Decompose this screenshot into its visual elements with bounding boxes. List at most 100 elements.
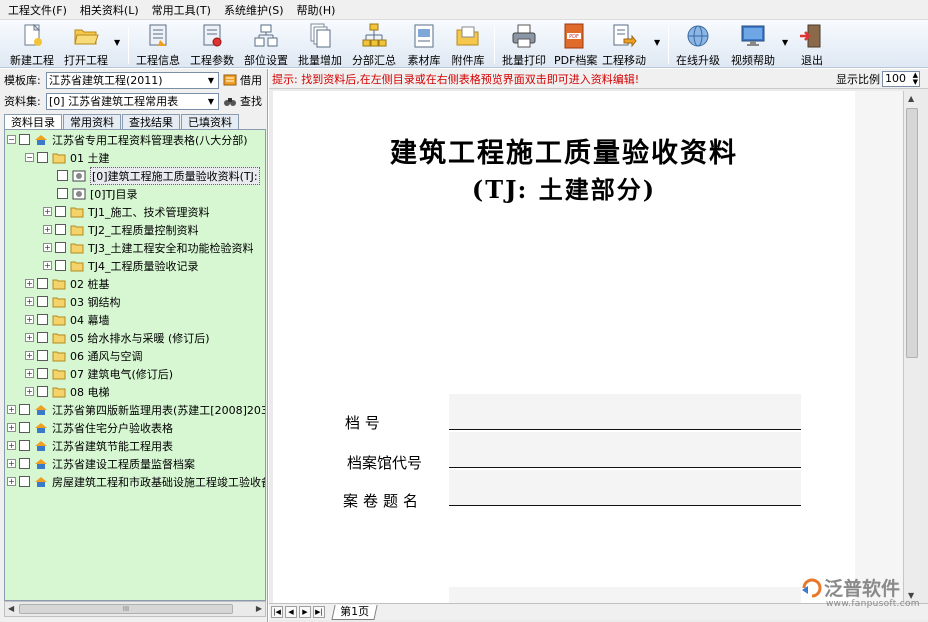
tree-node[interactable]: + 江苏省建设工程质量监督档案: [7, 455, 195, 472]
batch-add-button[interactable]: 批量增加: [296, 22, 344, 67]
project-info-button[interactable]: 工程信息: [134, 22, 182, 67]
tree-node[interactable]: [0]TJ目录: [57, 185, 138, 202]
tab-catalog[interactable]: 资料目录: [4, 114, 62, 130]
template-select[interactable]: 江苏省建筑工程(2011) ▼: [46, 71, 219, 89]
prev-sheet-icon[interactable]: ◀: [285, 606, 297, 618]
tree-checkbox[interactable]: [19, 476, 30, 487]
tree-checkbox[interactable]: [37, 278, 48, 289]
tree-node[interactable]: + 房屋建筑工程和市政基础设施工程竣工验收备: [7, 473, 265, 490]
expand-icon[interactable]: +: [25, 387, 34, 396]
tree-node[interactable]: + 04 幕墙: [25, 311, 110, 328]
menu-help[interactable]: 帮助(H): [297, 2, 336, 18]
tree-node[interactable]: + 06 通风与空调: [25, 347, 143, 364]
open-project-button[interactable]: 打开工程: [62, 22, 110, 67]
last-sheet-icon[interactable]: ▶|: [313, 606, 325, 618]
expand-icon[interactable]: +: [25, 351, 34, 360]
tree-checkbox[interactable]: [55, 242, 66, 253]
tree-node[interactable]: + 江苏省建筑节能工程用表: [7, 437, 173, 454]
sub-summary-button[interactable]: 分部汇总: [350, 22, 398, 67]
tree-node[interactable]: + 02 桩基: [25, 275, 110, 292]
expand-icon[interactable]: +: [43, 207, 52, 216]
expand-icon[interactable]: +: [43, 225, 52, 234]
expand-icon[interactable]: +: [7, 405, 16, 414]
scroll-right-icon[interactable]: ▶: [256, 604, 262, 613]
video-help-dropdown-icon[interactable]: ▼: [782, 38, 788, 47]
volume-title-field[interactable]: [449, 470, 801, 506]
tab-search-results[interactable]: 查找结果: [122, 114, 180, 130]
expand-icon[interactable]: +: [25, 279, 34, 288]
tree-node[interactable]: + 08 电梯: [25, 383, 110, 400]
new-project-button[interactable]: 新建工程: [8, 22, 56, 67]
menu-related-docs[interactable]: 相关资料(L): [80, 2, 139, 18]
tree-node[interactable]: [0]建筑工程施工质量验收资料(TJ:: [57, 166, 260, 185]
tree-checkbox[interactable]: [19, 422, 30, 433]
pdf-archive-button[interactable]: PDF PDF档案: [554, 22, 597, 67]
expand-icon[interactable]: +: [7, 459, 16, 468]
tree-checkbox[interactable]: [37, 350, 48, 361]
batch-print-button[interactable]: 批量打印: [500, 22, 548, 67]
dataset-select[interactable]: [0] 江苏省建筑工程常用表 ▼: [46, 92, 219, 110]
zoom-input[interactable]: 100 ▲ ▼: [882, 70, 920, 87]
menu-tools[interactable]: 常用工具(T): [152, 2, 211, 18]
collapse-icon[interactable]: −: [25, 153, 34, 162]
scroll-thumb[interactable]: III: [19, 604, 233, 614]
tree-checkbox[interactable]: [55, 206, 66, 217]
tree-node[interactable]: + 07 建筑电气(修订后): [25, 365, 173, 382]
expand-icon[interactable]: +: [25, 315, 34, 324]
archive-no-field[interactable]: [449, 394, 801, 430]
expand-icon[interactable]: +: [7, 477, 16, 486]
expand-icon[interactable]: +: [43, 243, 52, 252]
tree-node[interactable]: + 江苏省住宅分户验收表格: [7, 419, 173, 436]
material-library-button[interactable]: 素材库: [404, 22, 444, 67]
project-move-button[interactable]: 工程移动: [600, 22, 648, 67]
tree-checkbox[interactable]: [37, 332, 48, 343]
tab-common[interactable]: 常用资料: [63, 114, 121, 130]
expand-icon[interactable]: +: [25, 369, 34, 378]
collapse-icon[interactable]: −: [7, 135, 16, 144]
next-sheet-icon[interactable]: ▶: [299, 606, 311, 618]
part-settings-button[interactable]: 部位设置: [242, 22, 290, 67]
tree-checkbox[interactable]: [55, 224, 66, 235]
spinner-icon[interactable]: ▲ ▼: [913, 71, 918, 86]
tree-node[interactable]: + TJ3_土建工程安全和功能检验资料: [43, 239, 253, 256]
tree-checkbox[interactable]: [57, 188, 68, 199]
tree-node[interactable]: − 江苏省专用工程资料管理表格(八大分部): [7, 131, 248, 148]
scroll-up-icon[interactable]: ▲: [908, 94, 914, 103]
expand-icon[interactable]: +: [43, 261, 52, 270]
find-button[interactable]: 查找: [223, 93, 262, 109]
borrow-button[interactable]: 借用: [223, 72, 262, 88]
tree-node[interactable]: − 01 土建: [25, 149, 110, 166]
tree-checkbox[interactable]: [19, 404, 30, 415]
tree-node[interactable]: + TJ1_施工、技术管理资料: [43, 203, 209, 220]
tree-checkbox[interactable]: [37, 314, 48, 325]
expand-icon[interactable]: +: [7, 423, 16, 432]
tree-checkbox[interactable]: [19, 440, 30, 451]
expand-icon[interactable]: +: [25, 297, 34, 306]
open-project-dropdown-icon[interactable]: ▼: [114, 38, 120, 47]
menu-system[interactable]: 系统维护(S): [224, 2, 284, 18]
tree-checkbox[interactable]: [19, 134, 30, 145]
video-help-button[interactable]: 视频帮助: [728, 22, 778, 67]
tree-checkbox[interactable]: [57, 170, 68, 181]
first-sheet-icon[interactable]: |◀: [271, 606, 283, 618]
tree-checkbox[interactable]: [37, 386, 48, 397]
preview-vertical-scrollbar[interactable]: ▲ ▼: [903, 91, 920, 603]
exit-button[interactable]: 退出: [792, 22, 832, 67]
tree-checkbox[interactable]: [19, 458, 30, 469]
scroll-left-icon[interactable]: ◀: [8, 604, 14, 613]
scroll-thumb[interactable]: [906, 108, 918, 358]
attachment-library-button[interactable]: 附件库: [448, 22, 488, 67]
tree-node[interactable]: + TJ4_工程质量验收记录: [43, 257, 198, 274]
sheet-tab-page1[interactable]: 第1页: [331, 604, 378, 620]
tree-checkbox[interactable]: [37, 152, 48, 163]
tree-checkbox[interactable]: [55, 260, 66, 271]
tree-horizontal-scrollbar[interactable]: ◀ III ▶: [4, 601, 266, 617]
tree-node[interactable]: + 江苏省第四版新监理用表(苏建工[2008]203号: [7, 401, 265, 418]
online-upgrade-button[interactable]: 在线升级: [674, 22, 722, 67]
tree-node[interactable]: + 05 给水排水与采暖 (修订后): [25, 329, 210, 346]
tab-filled[interactable]: 已填资料: [181, 114, 239, 130]
project-params-button[interactable]: 工程参数: [188, 22, 236, 67]
tree-node[interactable]: + TJ2_工程质量控制资料: [43, 221, 198, 238]
expand-icon[interactable]: +: [7, 441, 16, 450]
archive-code-field[interactable]: [449, 432, 801, 468]
